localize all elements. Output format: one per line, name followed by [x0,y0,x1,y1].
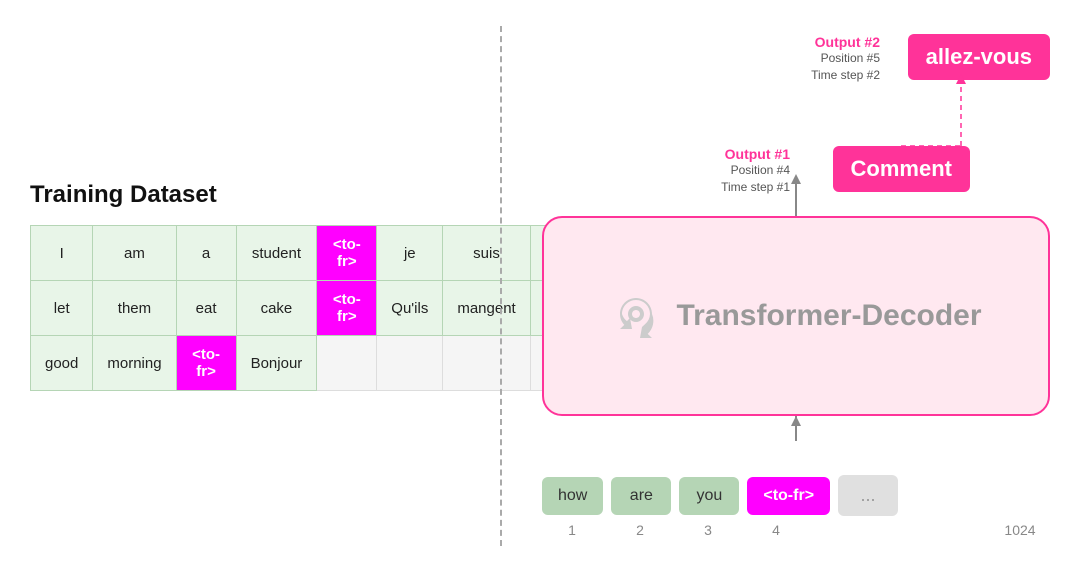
output1-title: Output #1 [721,146,790,162]
table-cell: student [236,226,317,281]
output2-label: Output #2 Position #5 Time step #2 [811,34,880,84]
input-token: how [542,477,603,515]
table-cell: Qu'ils [377,281,443,336]
input-token: <to-fr> [747,477,830,515]
position-number: 2 [610,522,670,538]
table-cell: <to-fr> [317,226,377,281]
table-cell: a [176,226,236,281]
table-cell: let [31,281,93,336]
table-cell: them [93,281,176,336]
transformer-icon [610,290,662,342]
output2-position: Position #5 [811,50,880,67]
position-number: 3 [678,522,738,538]
input-token: ... [838,475,898,516]
position-number: 1 [542,522,602,538]
output1-label: Output #1 Position #4 Time step #1 [721,146,790,196]
table-cell [443,336,530,391]
input-token: you [679,477,739,515]
table-cell: cake [236,281,317,336]
dataset-table: Iamastudent<to-fr>jesuisétudiantlettheme… [30,225,613,391]
table-cell: morning [93,336,176,391]
table-cell: <to-fr> [317,281,377,336]
training-title: Training Dataset [30,181,460,209]
divider [500,26,502,546]
table-cell [317,336,377,391]
table-cell: <to-fr> [176,336,236,391]
table-cell: I [31,226,93,281]
table-cell: Bonjour [236,336,317,391]
output2-title: Output #2 [811,34,880,50]
table-cell: suis [443,226,530,281]
position-number: 4 [746,522,806,538]
output2-timestep: Time step #2 [811,67,880,84]
position-numbers: 1234 1024 [542,522,1050,538]
output1-timestep: Time step #1 [721,179,790,196]
position-number-last: 1024 [990,522,1050,538]
decoder-label: Transformer-Decoder [676,299,981,333]
output1-box: Comment [833,146,970,192]
table-cell: mangent [443,281,530,336]
right-panel: Output #2 Position #5 Time step #2 allez… [542,26,1050,546]
table-cell: eat [176,281,236,336]
table-cell: good [31,336,93,391]
input-tokens: howareyou<to-fr>... [542,475,1050,516]
main-container: Training Dataset Iamastudent<to-fr>jesui… [0,0,1080,572]
table-cell [377,336,443,391]
table-cell: am [93,226,176,281]
input-token: are [611,477,671,515]
decoder-box: Transformer-Decoder [542,216,1050,416]
table-cell: je [377,226,443,281]
left-panel: Training Dataset Iamastudent<to-fr>jesui… [30,181,460,391]
output1-position: Position #4 [721,162,790,179]
output2-box: allez-vous [908,34,1050,80]
